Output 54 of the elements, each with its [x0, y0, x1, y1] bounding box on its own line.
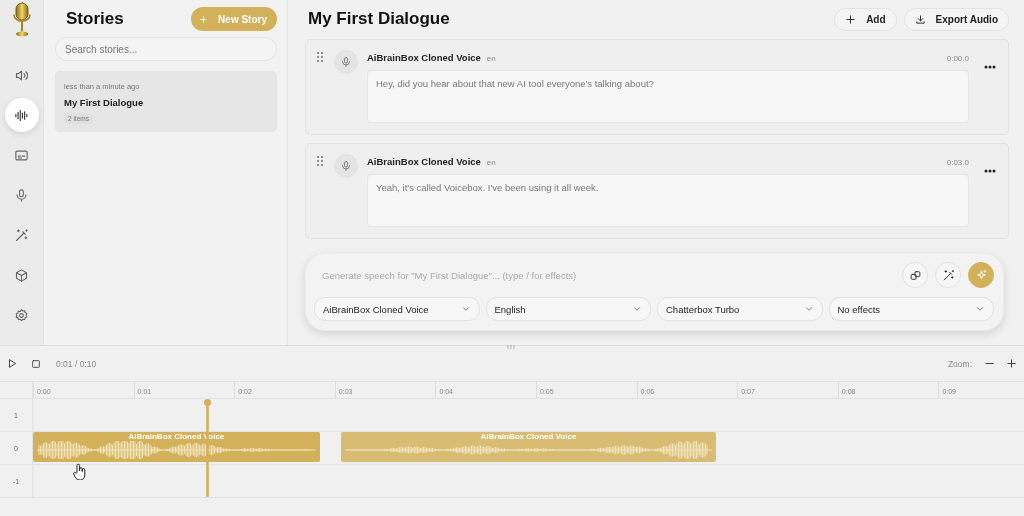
waveform-icon — [14, 107, 29, 123]
cube-icon — [14, 267, 29, 283]
chevron-down-icon — [803, 304, 814, 314]
golden-microphone-icon — [10, 2, 33, 38]
language-code: en — [486, 158, 496, 167]
text-field[interactable]: Yeah, it's called Voicebox. I've been using it all week. — [367, 174, 969, 227]
sparkles-icon — [974, 268, 988, 282]
more-icon — [984, 65, 996, 69]
link-shapes-icon — [908, 268, 922, 282]
voice-name: AiBrainBox Cloned Voice — [367, 156, 481, 167]
zoom-label: Zoom: — [947, 358, 972, 369]
chevron-down-icon — [632, 304, 642, 314]
dropdown[interactable]: AiBrainBox Cloned Voice — [314, 297, 480, 321]
microphone-icon — [14, 187, 29, 203]
timestamp: 0:03.0 — [946, 158, 969, 167]
export-audio-button[interactable]: Export Audio — [903, 7, 1009, 31]
magic-wand-icon — [941, 268, 955, 282]
dropdown[interactable]: English — [485, 297, 651, 321]
add-button[interactable]: Add — [834, 7, 897, 31]
panel-title: Stories — [66, 9, 124, 29]
microphone-icon — [340, 56, 352, 68]
chevron-down-icon — [975, 304, 985, 314]
plus-icon — [1005, 358, 1017, 369]
clip-label: AiBrainBox Cloned Voice — [479, 432, 578, 441]
download-icon — [914, 13, 926, 25]
effects-button[interactable] — [935, 262, 961, 288]
more-icon — [984, 169, 996, 173]
magic-wand-icon — [14, 227, 29, 243]
microphone-icon — [340, 160, 352, 172]
drag-handle-icon — [316, 155, 324, 167]
chevron-down-icon — [460, 304, 471, 314]
dropdown[interactable]: Chatterbox Turbo — [657, 297, 823, 321]
story-title: My First Dialogue — [64, 97, 144, 108]
text-field[interactable]: Hey, did you hear about that new AI tool everyone's talking about? — [367, 70, 969, 123]
language-code: en — [486, 54, 496, 63]
dialogue-title: My First Dialogue — [308, 9, 450, 29]
resize-grip-icon — [507, 345, 515, 349]
speaker-icon — [14, 67, 29, 83]
captions-icon — [14, 147, 29, 163]
stop-icon — [31, 358, 41, 369]
play-icon — [6, 358, 18, 369]
playback-time: 0:01 / 0:10 — [56, 358, 97, 369]
plus-icon — [199, 14, 209, 24]
shapes-button[interactable] — [902, 262, 928, 288]
drag-handle-icon — [316, 51, 324, 63]
hand-cursor-icon — [73, 463, 86, 480]
dropdown[interactable]: No effects — [828, 297, 994, 321]
search-field[interactable]: Search stories... — [55, 37, 277, 61]
sidebar-button[interactable] — [4, 98, 39, 132]
settings-icon — [14, 307, 29, 323]
timestamp: 0:00.0 — [946, 54, 969, 63]
plus-icon — [845, 13, 857, 25]
voice-name: AiBrainBox Cloned Voice — [367, 52, 481, 63]
prompt-field[interactable]: Generate speech for "My First Dialogue"... (type / for effects) — [314, 269, 895, 281]
